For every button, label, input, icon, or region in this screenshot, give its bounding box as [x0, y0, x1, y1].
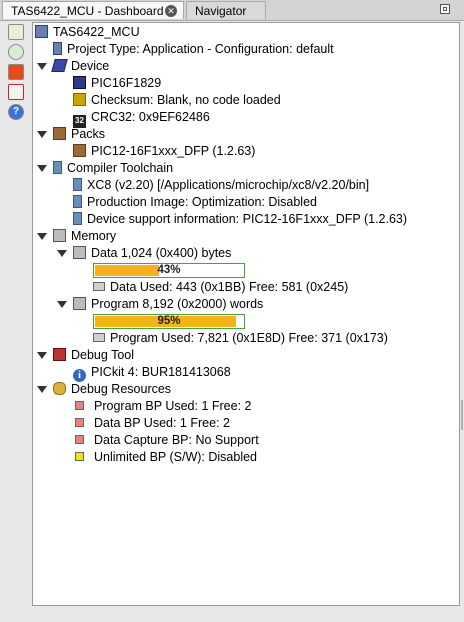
- status-square-icon: [75, 401, 84, 410]
- dashboard-toolbar: ?: [4, 22, 26, 132]
- expand-program-memory-icon[interactable]: [57, 301, 67, 308]
- tree-item-compiler[interactable]: Compiler Toolchain: [53, 160, 173, 177]
- memory-icon: [53, 229, 66, 242]
- bug-icon: [53, 382, 66, 395]
- splitter-handle[interactable]: [461, 400, 463, 430]
- packs-label: Packs: [71, 127, 106, 141]
- close-icon[interactable]: ✕: [165, 5, 177, 17]
- packs-icon: [53, 127, 66, 140]
- program-bp-text: Program BP Used: 1 Free: 2: [94, 399, 252, 413]
- tree-item-program-bp[interactable]: Program BP Used: 1 Free: 2: [75, 398, 251, 415]
- expand-memory-icon[interactable]: [37, 233, 47, 240]
- device-label: Device: [71, 59, 110, 73]
- memory-label: Memory: [71, 229, 117, 243]
- pack-icon: [73, 144, 86, 157]
- memory-icon: [73, 246, 86, 259]
- debug-resources-label: Debug Resources: [71, 382, 172, 396]
- configuration-icon: [53, 42, 62, 55]
- tree-item-production[interactable]: Production Image: Optimization: Disabled: [73, 194, 317, 211]
- unlimited-bp-text: Unlimited BP (S/W): Disabled: [94, 450, 258, 464]
- project-properties-icon[interactable]: [8, 24, 24, 40]
- tree-item-device-support[interactable]: Device support information: PIC12-16F1xx…: [73, 211, 407, 228]
- expand-debug-resources-icon[interactable]: [37, 386, 47, 393]
- tab-navigator[interactable]: Navigator: [186, 1, 266, 19]
- tree-item-debug-tool[interactable]: Debug Tool: [53, 347, 134, 364]
- tree-item-pack[interactable]: PIC12-16F1xxx_DFP (1.2.63): [73, 143, 255, 160]
- program-used-text: Program Used: 7,821 (0x1E8D) Free: 371 (…: [110, 331, 388, 345]
- data-bp-text: Data BP Used: 1 Free: 2: [94, 416, 230, 430]
- status-square-icon: [75, 452, 84, 461]
- tab-navigator-label: Navigator: [195, 4, 247, 18]
- tree-item-device-name[interactable]: PIC16F1829: [73, 75, 161, 92]
- data-used-text: Data Used: 443 (0x1BB) Free: 581 (0x245): [110, 280, 349, 294]
- chip-icon: [73, 76, 86, 89]
- program-memory-percent: 95%: [157, 315, 181, 327]
- pickit-text: PICkit 4: BUR181413068: [91, 365, 231, 379]
- tree-item-data-used[interactable]: Data Used: 443 (0x1BB) Free: 581 (0x245): [93, 279, 348, 296]
- tree-item-memory[interactable]: Memory: [53, 228, 116, 245]
- data-memory-label: Data 1,024 (0x400) bytes: [91, 246, 232, 260]
- tab-dashboard[interactable]: TAS6422_MCU - Dashboard ✕: [2, 1, 184, 19]
- expand-packs-icon[interactable]: [37, 131, 47, 138]
- program-memory-progress: 95%: [93, 314, 245, 329]
- crc-text: CRC32: 0x9EF62486: [91, 110, 210, 124]
- memory-icon: [73, 297, 86, 310]
- hammer-icon: [53, 161, 62, 174]
- hammer-icon: [73, 195, 82, 208]
- tree-item-project-type[interactable]: Project Type: Application - Configuratio…: [53, 41, 334, 58]
- tree-item-checksum[interactable]: Checksum: Blank, no code loaded: [73, 92, 281, 109]
- hardware-tool-icon[interactable]: [8, 64, 24, 80]
- tree-item-project[interactable]: TAS6422_MCU: [35, 24, 140, 41]
- production-text: Production Image: Optimization: Disabled: [87, 195, 317, 209]
- tree-item-debug-resources[interactable]: Debug Resources: [53, 381, 171, 398]
- status-square-icon: [75, 418, 84, 427]
- project-name: TAS6422_MCU: [53, 25, 140, 39]
- device-icon: [51, 59, 68, 72]
- tree-item-program-memory[interactable]: Program 8,192 (0x2000) words: [73, 296, 263, 313]
- tab-bar: TAS6422_MCU - Dashboard ✕ Navigator: [0, 0, 464, 21]
- data-capture-bp-text: Data Capture BP: No Support: [94, 433, 259, 447]
- device-support-text: Device support information: PIC12-16F1xx…: [87, 212, 408, 226]
- expand-data-memory-icon[interactable]: [57, 250, 67, 257]
- dashboard-tree: TAS6422_MCU Project Type: Application - …: [32, 22, 460, 606]
- expand-debug-tool-icon[interactable]: [37, 352, 47, 359]
- tree-item-data-capture-bp[interactable]: Data Capture BP: No Support: [75, 432, 259, 449]
- tree-item-unlimited-bp[interactable]: Unlimited BP (S/W): Disabled: [75, 449, 257, 466]
- tools-icon: [53, 348, 66, 361]
- tree-item-xc8[interactable]: XC8 (v2.20) [/Applications/microchip/xc8…: [73, 177, 369, 194]
- data-memory-percent: 43%: [157, 264, 181, 276]
- memory-small-icon: [93, 333, 105, 342]
- checksum-text: Checksum: Blank, no code loaded: [91, 93, 281, 107]
- compiler-label: Compiler Toolchain: [67, 161, 174, 175]
- hammer-icon: [73, 178, 82, 191]
- debug-tool-label: Debug Tool: [71, 348, 135, 362]
- tree-item-data-memory[interactable]: Data 1,024 (0x400) bytes: [73, 245, 231, 262]
- tree-item-packs[interactable]: Packs: [53, 126, 105, 143]
- device-name: PIC16F1829: [91, 76, 162, 90]
- pdf-icon[interactable]: [8, 84, 24, 100]
- project-type: Project Type: Application - Configuratio…: [67, 42, 334, 56]
- restore-window-icon[interactable]: [440, 4, 450, 14]
- project-icon: [35, 25, 48, 38]
- tree-item-crc[interactable]: 32 CRC32: 0x9EF62486: [73, 109, 210, 128]
- expand-compiler-icon[interactable]: [37, 165, 47, 172]
- refresh-icon[interactable]: [8, 44, 24, 60]
- hammer-icon: [73, 212, 82, 225]
- help-icon[interactable]: ?: [8, 104, 24, 120]
- program-memory-label: Program 8,192 (0x2000) words: [91, 297, 264, 311]
- pack-name: PIC12-16F1xxx_DFP (1.2.63): [91, 144, 256, 158]
- tree-item-device[interactable]: Device: [51, 58, 110, 75]
- tree-item-data-bp[interactable]: Data BP Used: 1 Free: 2: [75, 415, 230, 432]
- status-square-icon: [75, 435, 84, 444]
- checksum-icon: [73, 93, 86, 106]
- tree-item-program-used[interactable]: Program Used: 7,821 (0x1E8D) Free: 371 (…: [93, 330, 388, 347]
- tree-item-pickit[interactable]: i PICkit 4: BUR181413068: [73, 364, 231, 382]
- expand-device-icon[interactable]: [37, 63, 47, 70]
- tab-dashboard-label: TAS6422_MCU - Dashboard: [11, 4, 164, 18]
- data-memory-progress: 43%: [93, 263, 245, 278]
- memory-small-icon: [93, 282, 105, 291]
- xc8-text: XC8 (v2.20) [/Applications/microchip/xc8…: [87, 178, 370, 192]
